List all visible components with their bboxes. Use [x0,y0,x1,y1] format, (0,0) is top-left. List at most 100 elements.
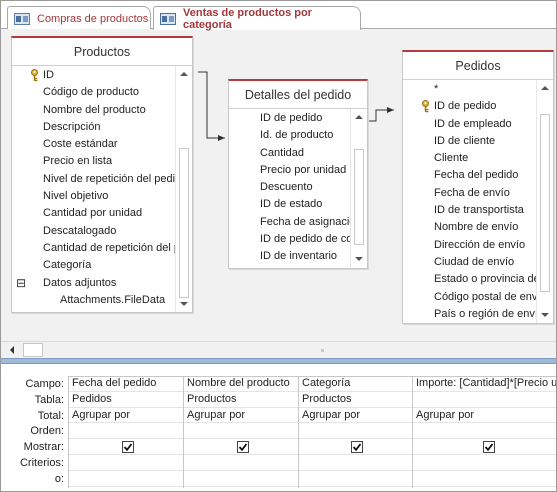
grid-cell-criterios[interactable] [69,455,183,471]
grid-cell-orden[interactable] [69,423,183,440]
grid-cell-campo[interactable]: Importe: [Cantidad]*[Precio unitario] [413,376,556,392]
scroll-left-button[interactable] [10,346,14,354]
grid-cell-campo[interactable]: Nombre del producto [184,376,298,392]
field-item[interactable]: Nombre de envío [403,219,537,236]
field-item[interactable]: Precio en lista [12,153,177,170]
field-item[interactable]: Nombre del producto [12,102,177,119]
grid-cell-orden[interactable] [184,423,298,440]
field-item[interactable]: Código de producto [12,84,177,101]
grid-cell-campo[interactable]: Fecha del pedido [69,376,183,392]
show-checkbox[interactable] [236,440,249,453]
field-item[interactable]: Categoría [12,257,177,274]
field-item[interactable]: ID de estado [229,196,351,213]
field-item[interactable]: ID de inventario [229,248,351,265]
table-design-area[interactable]: Productos ID Código de producto Nombre del… [1,29,556,341]
scroll-down-button[interactable] [351,251,367,267]
field-item[interactable]: Estado o provincia de envío [403,271,537,288]
horizontal-scrollbar[interactable] [1,341,556,358]
grid-column[interactable]: Nombre del producto Productos Agrupar por [183,376,298,488]
vertical-scrollbar[interactable] [350,109,367,267]
grid-cell-tabla[interactable]: Productos [184,392,298,408]
show-checkbox-cell[interactable] [184,439,298,455]
grid-cell-criterios[interactable] [184,455,298,471]
table-detalles-del-pedido[interactable]: Detalles del pedido ID de pedido Id. de p… [228,79,368,269]
field-item[interactable]: Nivel de repetición del pedido [12,171,177,188]
field-item[interactable]: ID de empleado [403,116,537,133]
scroll-thumb[interactable] [179,148,189,298]
grid-cell-o[interactable] [69,471,183,487]
grid-column[interactable]: Importe: [Cantidad]*[Precio unitario] Agr… [412,376,556,488]
grid-cell-o[interactable] [299,471,412,487]
collapse-icon[interactable]: ⊟ [16,275,26,292]
tab-ventas-de-productos-por-categoria[interactable]: Ventas de productos por categoría [153,6,361,31]
field-item[interactable]: Nivel objetivo [12,188,177,205]
table-pedidos[interactable]: Pedidos * ID de pedido ID de empleado ID de… [402,50,554,324]
field-item[interactable]: Precio por unidad [229,162,351,179]
field-item[interactable]: ID de pedido de compra [229,231,351,248]
field-list[interactable]: ID de pedido Id. de producto Cantidad Preci… [229,109,367,267]
table-productos[interactable]: Productos ID Código de producto Nombre del… [11,36,193,313]
scroll-up-button[interactable] [537,80,553,96]
field-item[interactable]: Coste estándar [12,136,177,153]
field-item[interactable]: Fecha de asignación [229,214,351,231]
field-item[interactable]: ID [12,67,177,84]
scroll-thumb[interactable] [23,343,43,357]
field-item[interactable]: Descripción [12,119,177,136]
field-item[interactable]: Attachments.FileData [12,292,177,309]
field-item[interactable]: Id. de producto [229,127,351,144]
grid-cell-o[interactable] [184,471,298,487]
table-title[interactable]: Productos [12,38,192,66]
field-item[interactable]: ⊟ Datos adjuntos [12,275,177,292]
field-item[interactable]: Cantidad de repetición del pedido [12,240,177,257]
tab-compras-de-productos[interactable]: Compras de productos [7,6,151,30]
field-item[interactable]: ID de cliente [403,133,537,150]
scroll-down-button[interactable] [176,296,192,312]
grid-cell-total[interactable]: Agrupar por [299,408,412,424]
field-item[interactable]: Fecha del pedido [403,167,537,184]
field-item[interactable]: Cliente [403,150,537,167]
show-checkbox[interactable] [351,440,363,453]
field-item[interactable]: * [403,81,537,98]
scroll-thumb[interactable] [540,114,550,292]
field-item[interactable]: Fecha de envío [403,185,537,202]
grid-cell-orden[interactable] [413,423,556,440]
show-checkbox-cell[interactable] [413,439,556,455]
table-title[interactable]: Detalles del pedido [229,81,367,109]
grid-cell-total[interactable]: Agrupar por [184,408,298,424]
field-item[interactable]: ID de pedido [403,98,537,115]
grid-cell-orden[interactable] [299,423,412,440]
field-list[interactable]: ID Código de producto Nombre del producto D… [12,66,192,312]
show-checkbox[interactable] [121,440,134,453]
field-item[interactable]: País o región de envío [403,306,537,323]
vertical-scrollbar[interactable] [536,80,553,323]
scroll-down-button[interactable] [537,307,553,323]
grid-cell-o[interactable] [413,471,556,487]
scroll-up-button[interactable] [176,66,192,82]
field-list[interactable]: * ID de pedido ID de empleado ID de cliente… [403,80,553,323]
grid-cell-tabla[interactable] [413,392,556,408]
scroll-thumb[interactable] [354,149,364,245]
field-item[interactable]: Ciudad de envío [403,254,537,271]
grid-cell-campo[interactable]: Categoría [299,376,412,392]
vertical-scrollbar[interactable] [175,66,192,312]
scroll-up-button[interactable] [351,109,367,125]
field-item[interactable]: Descatalogado [12,223,177,240]
grid-cell-tabla[interactable]: Pedidos [69,392,183,408]
show-checkbox-cell[interactable] [299,439,412,455]
field-item[interactable]: Dirección de envío [403,237,537,254]
field-item[interactable]: Cantidad [229,145,351,162]
field-item[interactable]: Código postal de envío [403,289,537,306]
show-checkbox-cell[interactable] [69,439,183,455]
grid-cell-criterios[interactable] [413,455,556,471]
grid-cell-total[interactable]: Agrupar por [69,408,183,424]
grid-column[interactable]: Fecha del pedido Pedidos Agrupar por [68,376,183,488]
query-design-grid[interactable]: Campo: Tabla: Total: Orden: Mostrar: Cri… [1,364,556,491]
field-item[interactable]: Cantidad por unidad [12,205,177,222]
grid-column[interactable]: Categoría Productos Agrupar por [298,376,412,488]
field-item[interactable]: ID de pedido [229,110,351,127]
grid-cell-criterios[interactable] [299,455,412,471]
show-checkbox[interactable] [483,440,495,453]
field-item[interactable]: Descuento [229,179,351,196]
table-title[interactable]: Pedidos [403,52,553,80]
field-item[interactable]: ID de transportista [403,202,537,219]
